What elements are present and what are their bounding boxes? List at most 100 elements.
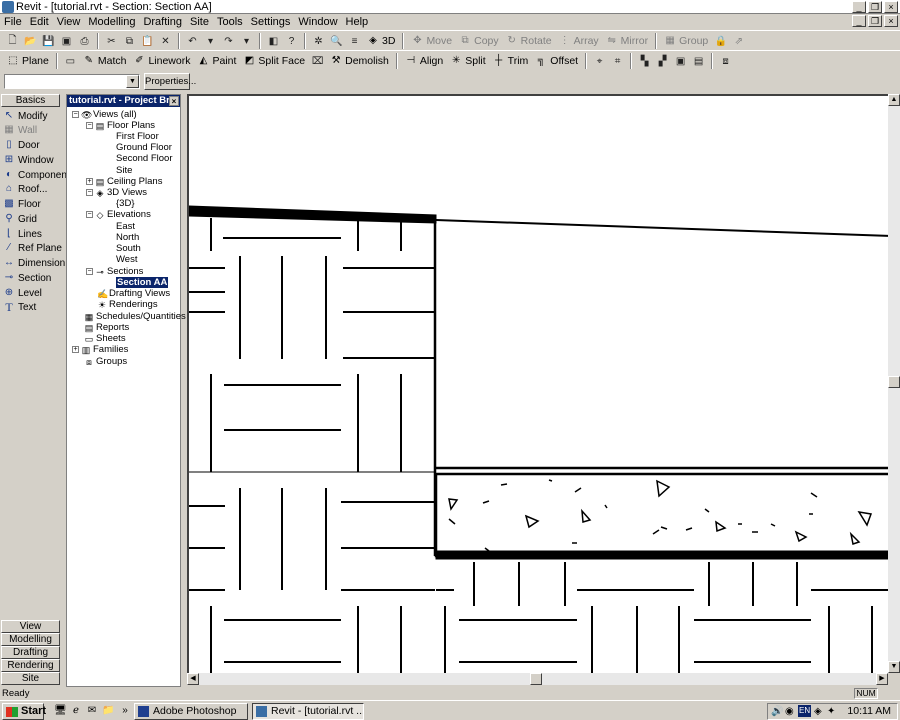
tab-rendering[interactable]: Rendering xyxy=(1,659,60,672)
align-button[interactable]: ⊣ Align xyxy=(402,52,446,70)
scroll-left-icon[interactable]: ◀ xyxy=(187,673,199,685)
tab-view[interactable]: View xyxy=(1,620,60,633)
chevron-down-icon[interactable]: ▼ xyxy=(126,75,139,88)
tool-ref-plane[interactable]: ⁄ Ref Plane xyxy=(3,241,62,255)
tree-node[interactable]: − 👁 Views (all) xyxy=(72,109,137,120)
menu-settings[interactable]: Settings xyxy=(247,14,295,30)
horizontal-scrollbar[interactable]: ◀ ▶ xyxy=(187,673,888,685)
move-button[interactable]: ✥ Move xyxy=(408,32,455,50)
tree-node[interactable]: East xyxy=(116,221,135,232)
menu-site[interactable]: Site xyxy=(186,14,213,30)
tool-wall[interactable]: ▦ Wall xyxy=(3,123,37,137)
taskbar-revit[interactable]: Revit - [tutorial.rvt ... xyxy=(252,703,364,720)
save-icon[interactable]: 💾 xyxy=(40,33,57,50)
tree-node[interactable]: ⧈ Groups xyxy=(84,356,127,367)
menu-modelling[interactable]: Modelling xyxy=(84,14,139,30)
menu-edit[interactable]: Edit xyxy=(26,14,53,30)
view-3d-button[interactable]: ◈ 3D xyxy=(364,32,398,50)
save-all-icon[interactable]: ▣ xyxy=(58,33,75,50)
doc-restore-button[interactable]: ❐ xyxy=(868,15,882,27)
zoom-icon[interactable]: 🔍 xyxy=(328,33,345,50)
properties-button[interactable]: Properties... xyxy=(144,73,196,90)
tray-app2-icon[interactable]: ✦ xyxy=(827,704,835,719)
tab-site[interactable]: Site xyxy=(1,672,60,685)
tree-node[interactable]: {3D} xyxy=(116,198,135,209)
redo-icon[interactable]: ↷ xyxy=(220,33,237,50)
tool-grid[interactable]: ⚲ Grid xyxy=(3,212,37,226)
copy-icon[interactable]: ⧉ xyxy=(121,33,138,50)
tree-node[interactable]: First Floor xyxy=(116,131,159,142)
quicklaunch-more-icon[interactable]: » xyxy=(119,705,131,717)
help-pointer-icon[interactable]: ? xyxy=(283,33,300,50)
type-selector[interactable]: ▼ xyxy=(4,74,140,89)
print-icon[interactable]: ⎙ xyxy=(76,33,93,50)
tool-section[interactable]: ⊸ Section xyxy=(3,271,52,285)
thin-lines-icon[interactable]: ≡ xyxy=(346,33,363,50)
tree-node[interactable]: − ◈ 3D Views xyxy=(86,187,147,198)
collapse-icon[interactable]: − xyxy=(86,268,93,275)
collapse-icon[interactable]: − xyxy=(86,189,93,196)
undo-list-icon[interactable]: ▾ xyxy=(202,33,219,50)
tray-app-icon[interactable]: ◈ xyxy=(814,704,822,719)
hide-element-icon[interactable]: ▚ xyxy=(636,53,653,70)
quicklaunch-desktop-icon[interactable]: 🖥 xyxy=(54,705,67,717)
rotate-button[interactable]: ↻ Rotate xyxy=(503,32,555,50)
tab-drafting[interactable]: Drafting xyxy=(1,646,60,659)
collapse-icon[interactable]: − xyxy=(72,111,79,118)
quicklaunch-folder-icon[interactable]: 📁 xyxy=(102,705,114,717)
delete-icon[interactable]: ✕ xyxy=(157,33,174,50)
scroll-right-icon[interactable]: ▶ xyxy=(876,673,888,685)
split-face-button[interactable]: ◩ Split Face xyxy=(240,52,308,70)
paint-button[interactable]: ◭ Paint xyxy=(194,52,239,70)
menu-drafting[interactable]: Drafting xyxy=(139,14,186,30)
horizontal-scroll-thumb[interactable] xyxy=(530,673,542,685)
mirror-button[interactable]: ⇋ Mirror xyxy=(603,32,651,50)
tool-text[interactable]: T Text xyxy=(3,300,36,314)
tree-node[interactable]: ☀ Renderings xyxy=(97,299,158,310)
ungroup-icon[interactable]: ⇗ xyxy=(730,33,747,50)
tree-node-selected[interactable]: Section AA xyxy=(116,277,169,288)
tree-node[interactable]: ▭ Sheets xyxy=(84,333,126,344)
linework-button[interactable]: ✐ Linework xyxy=(130,52,193,70)
workset-icon[interactable]: ⧈ xyxy=(717,53,734,70)
tool-floor[interactable]: ▩ Floor xyxy=(3,197,41,211)
tree-node[interactable]: Second Floor xyxy=(116,153,173,164)
cut-geometry-icon[interactable]: ⌧ xyxy=(309,53,326,70)
tree-node[interactable]: West xyxy=(116,254,137,265)
undo-icon[interactable]: ↶ xyxy=(184,33,201,50)
start-button[interactable]: Start xyxy=(2,703,46,720)
match-button[interactable]: ✎ Match xyxy=(80,52,130,70)
redo-list-icon[interactable]: ▾ xyxy=(238,33,255,50)
expand-icon[interactable]: + xyxy=(86,178,93,185)
measure-icon[interactable]: ▭ xyxy=(62,53,79,70)
unpin-icon[interactable]: ⌗ xyxy=(609,53,626,70)
drawing-canvas[interactable] xyxy=(187,94,888,673)
demolish-button[interactable]: ⚒ Demolish xyxy=(327,52,392,70)
copy-button[interactable]: ⧉ Copy xyxy=(456,32,502,50)
open-icon[interactable]: 📂 xyxy=(22,33,39,50)
tab-basics[interactable]: Basics xyxy=(1,94,60,107)
vertical-scroll-thumb[interactable] xyxy=(888,376,900,388)
menu-view[interactable]: View xyxy=(53,14,85,30)
offset-button[interactable]: ╗ Offset xyxy=(532,52,581,70)
tree-node[interactable]: − ◇ Elevations xyxy=(86,209,151,220)
new-icon[interactable]: 🗋 xyxy=(4,33,21,50)
volume-icon[interactable]: 🔊 xyxy=(771,704,783,719)
tool-modify[interactable]: ↖ Modify xyxy=(3,109,48,123)
tool-lines[interactable]: ⌊ Lines xyxy=(3,227,42,241)
tool-component[interactable]: ◐ Component xyxy=(3,168,70,182)
menu-tools[interactable]: Tools xyxy=(213,14,247,30)
tab-modelling[interactable]: Modelling xyxy=(1,633,60,646)
lock-icon[interactable]: 🔒 xyxy=(712,33,729,50)
tool-door[interactable]: ▯ Door xyxy=(3,138,39,152)
cut-icon[interactable]: ✂ xyxy=(103,33,120,50)
group-button[interactable]: ▦ Group xyxy=(661,32,711,50)
language-indicator[interactable]: EN xyxy=(798,705,812,717)
quicklaunch-outlook-icon[interactable]: ✉ xyxy=(86,705,98,717)
scroll-up-icon[interactable]: ▲ xyxy=(888,94,900,106)
hide-category-icon[interactable]: ▞ xyxy=(654,53,671,70)
tree-node[interactable]: + ▥ Families xyxy=(72,344,128,355)
tree-node[interactable]: Site xyxy=(116,165,132,176)
switch-windows-icon[interactable]: ◧ xyxy=(265,33,282,50)
menu-file[interactable]: File xyxy=(0,14,26,30)
